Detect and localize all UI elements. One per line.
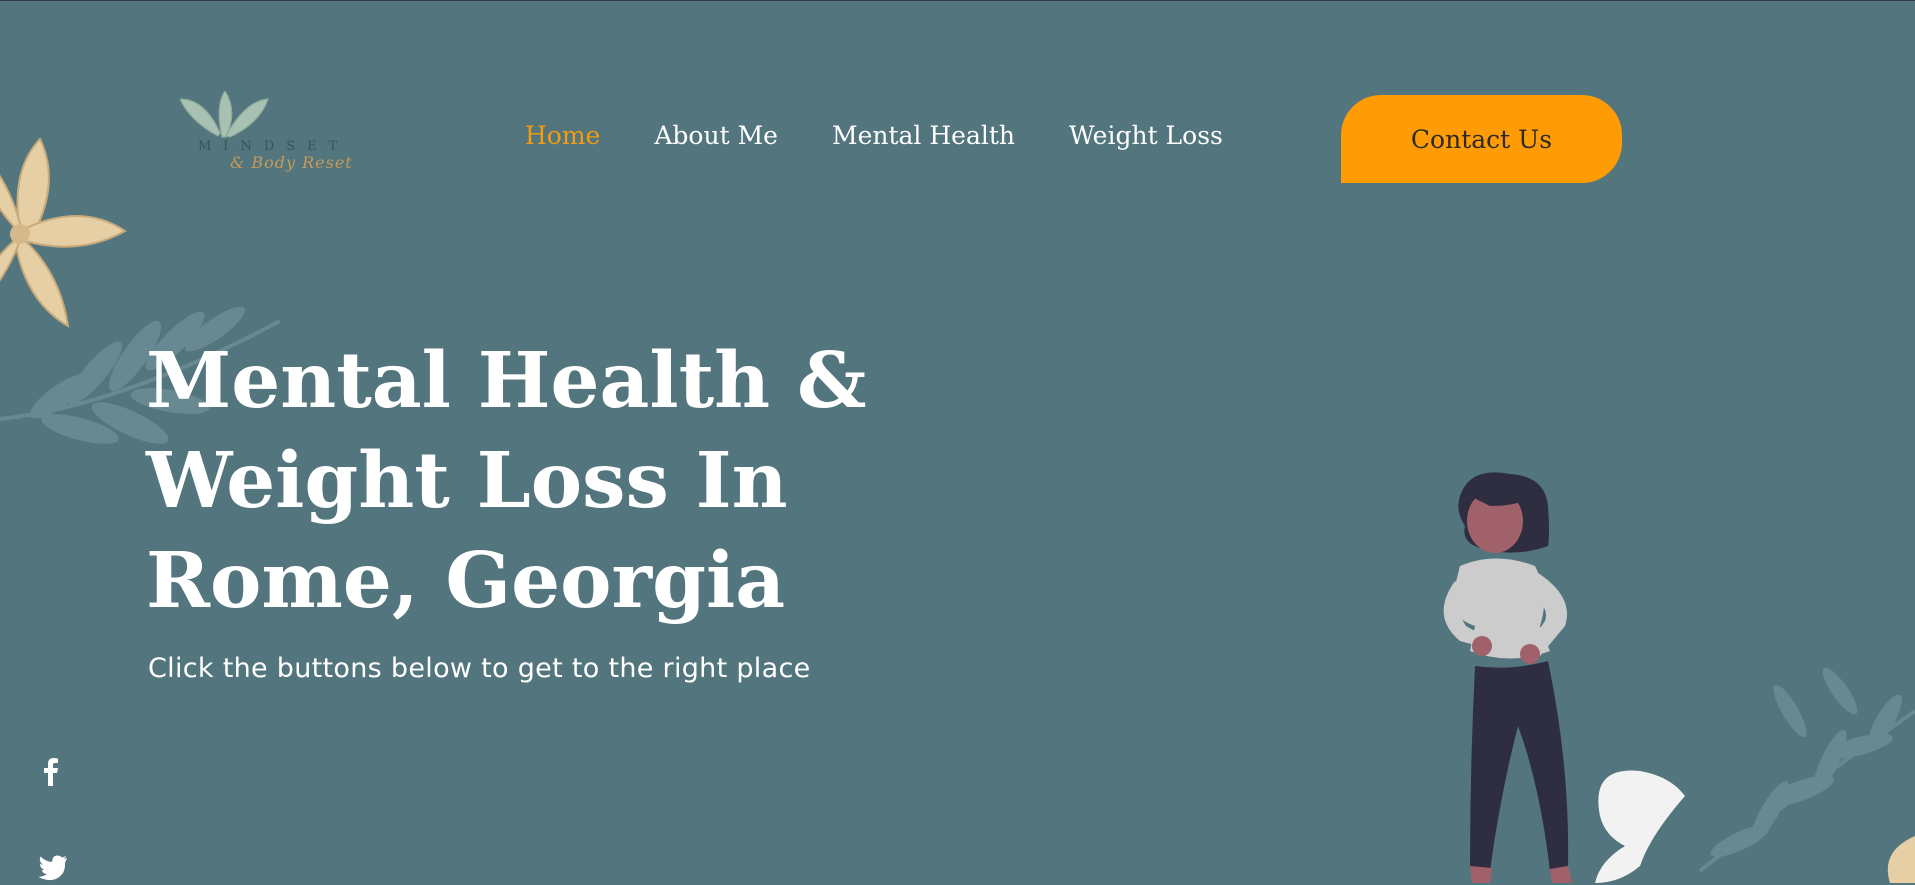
logo-wordmark: MINDSET bbox=[198, 139, 350, 154]
leaf-branch-decoration-right bbox=[1698, 667, 1915, 883]
nav-item-home[interactable]: Home bbox=[525, 121, 600, 150]
logo-script: & Body Reset bbox=[230, 153, 353, 172]
twitter-icon[interactable] bbox=[38, 855, 67, 885]
facebook-icon[interactable] bbox=[38, 756, 64, 786]
hero-subtitle: Click the buttons below to get to the ri… bbox=[148, 653, 811, 684]
main-nav: Home About Me Mental Health Weight Loss bbox=[525, 121, 1223, 150]
woman-illustration bbox=[1443, 472, 1685, 883]
nav-item-weight-loss[interactable]: Weight Loss bbox=[1069, 121, 1223, 150]
nav-item-mental-health[interactable]: Mental Health bbox=[832, 121, 1015, 150]
nav-item-about-me[interactable]: About Me bbox=[654, 121, 778, 150]
site-logo[interactable]: MINDSET & Body Reset bbox=[178, 91, 358, 191]
hero-title: Mental Health & Weight Loss In Rome, Geo… bbox=[146, 336, 867, 626]
flower-decoration bbox=[0, 137, 127, 328]
contact-us-button[interactable]: Contact Us bbox=[1341, 95, 1622, 183]
